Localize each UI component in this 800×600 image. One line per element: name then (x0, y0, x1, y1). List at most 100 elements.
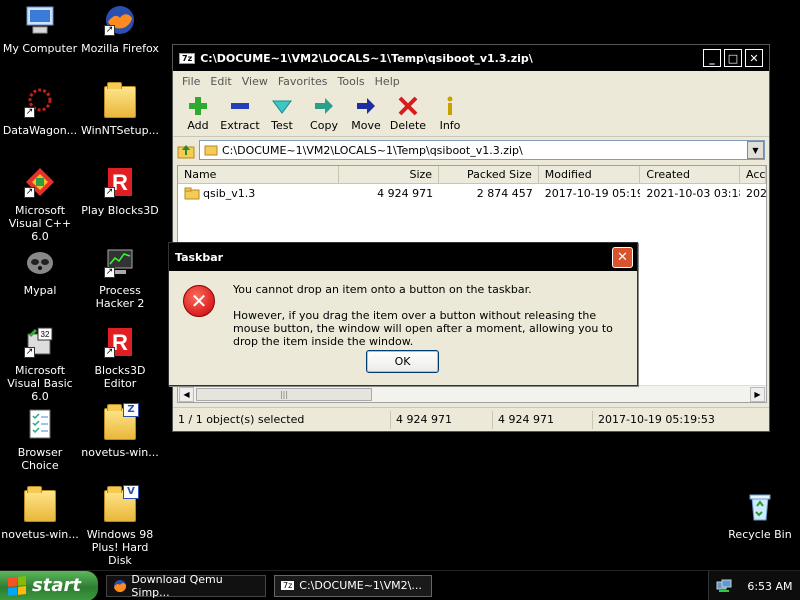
folder-icon (104, 82, 136, 118)
copy-button[interactable]: Copy (303, 95, 345, 132)
dialog-titlebar[interactable]: Taskbar ✕ (169, 243, 637, 271)
maximize-button[interactable]: □ (724, 49, 742, 67)
task-firefox[interactable]: Download Qemu Simp... (106, 573, 266, 599)
menu-view[interactable]: View (237, 75, 273, 88)
desktop-icon-my-computer[interactable]: My Computer (0, 4, 80, 55)
close-button[interactable]: ✕ (745, 49, 763, 67)
file-accessed: 2021 (746, 186, 766, 200)
firefox-icon (114, 579, 127, 592)
delete-button[interactable]: Delete (387, 95, 429, 132)
desktop-icon-novetus-2[interactable]: novetus-win... (0, 486, 80, 541)
status-selected: 1 / 1 object(s) selected (173, 410, 391, 429)
scroll-thumb[interactable]: ||| (196, 388, 372, 401)
shortcut-arrow-icon: ↗ (104, 347, 115, 358)
check-icon (272, 100, 292, 114)
7zip-icon: 7z (281, 581, 295, 590)
copy-arrow-icon (315, 98, 333, 114)
ok-button[interactable]: OK (366, 350, 439, 373)
desktop-icon-play-blocks3d[interactable]: R ↗ Play Blocks3D (80, 166, 160, 217)
desktop-icon-datawagon[interactable]: ↗ DataWagon... (0, 86, 80, 137)
desktop-icon-visual-cpp[interactable]: ↗ Microsoft Visual C++ 6.0 (0, 166, 80, 243)
windows-flag-icon (8, 575, 26, 596)
desktop-icon-firefox[interactable]: ↗ Mozilla Firefox (80, 4, 160, 55)
shortcut-arrow-icon: ↗ (104, 267, 115, 278)
desktop-icon-blocks3d-editor[interactable]: R ↗ Blocks3D Editor (80, 326, 160, 390)
menu-file[interactable]: File (177, 75, 205, 88)
address-input[interactable]: C:\DOCUME~1\VM2\LOCALS~1\Temp\qsiboot_v1… (199, 140, 765, 160)
file-modified: 2017-10-19 05:19 (544, 186, 641, 200)
minimize-button[interactable]: _ (703, 49, 721, 67)
error-icon: ✕ (183, 285, 215, 317)
column-modified[interactable]: Modified (539, 166, 641, 183)
checklist-icon (24, 408, 56, 440)
archive-folder-icon: V (104, 485, 139, 522)
blocks3d-icon: R ↗ (104, 166, 136, 198)
test-button[interactable]: Test (261, 95, 303, 132)
process-hacker-icon: ↗ (104, 246, 136, 278)
desktop-icon-novetus-1[interactable]: Z novetus-win... (80, 403, 160, 459)
column-created[interactable]: Created (640, 166, 741, 183)
delete-x-icon (398, 96, 418, 116)
desktop-icon-recycle-bin[interactable]: Recycle Bin (720, 490, 800, 541)
status-size: 4 924 971 (391, 410, 493, 429)
scroll-left-icon[interactable]: ◀ (179, 387, 194, 402)
window-titlebar[interactable]: 7z C:\DOCUME~1\VM2\LOCALS~1\Temp\qsiboot… (173, 45, 769, 71)
status-date: 2017-10-19 05:19:53 (598, 412, 715, 426)
network-icon[interactable] (716, 579, 732, 593)
menu-tools[interactable]: Tools (333, 75, 370, 88)
file-packed-size: 2 874 457 (476, 186, 533, 200)
desktop-icon-browser-choice[interactable]: Browser Choice (0, 408, 80, 472)
move-button[interactable]: Move (345, 95, 387, 132)
add-button[interactable]: Add (177, 95, 219, 132)
app-icon: 7z (179, 52, 196, 64)
desktop-icon-process-hacker[interactable]: ↗ Process Hacker 2 (80, 246, 160, 310)
menu-favorites[interactable]: Favorites (273, 75, 333, 88)
column-name[interactable]: Name (178, 166, 340, 183)
menu-edit[interactable]: Edit (205, 75, 236, 88)
desktop-icon-winntsetup[interactable]: WinNTSetup... (80, 82, 160, 137)
taskbar-dialog: Taskbar ✕ ✕ You cannot drop an item onto… (168, 242, 638, 386)
move-arrow-icon (357, 98, 375, 114)
folder-icon (184, 187, 200, 199)
column-packed-size[interactable]: Packed Size (439, 166, 539, 183)
extract-button[interactable]: Extract (219, 95, 261, 132)
column-accessed[interactable]: Acc (740, 166, 766, 183)
chevron-down-icon[interactable]: ▼ (747, 141, 764, 159)
desktop-icon-mypal[interactable]: Mypal (0, 246, 80, 297)
shortcut-arrow-icon: ↗ (24, 107, 35, 118)
datawagon-icon: ↗ (24, 86, 56, 118)
mypal-icon (24, 246, 56, 278)
computer-icon (24, 4, 56, 36)
archive-icon (204, 145, 218, 156)
blocks3d-editor-icon: R ↗ (104, 326, 136, 358)
shortcut-arrow-icon: ↗ (24, 187, 35, 198)
column-size[interactable]: Size (339, 166, 440, 183)
toolbar: Add Extract Test Copy Move Delete Info (173, 91, 769, 137)
scroll-right-icon[interactable]: ▶ (750, 387, 765, 402)
dialog-close-button[interactable]: ✕ (612, 246, 633, 268)
dialog-message-secondary: However, if you drag the item over a but… (233, 309, 613, 348)
shortcut-arrow-icon: ↗ (104, 187, 115, 198)
start-button[interactable]: start (0, 570, 98, 600)
folder-icon (24, 486, 56, 522)
zipped-folder-icon: Z (104, 403, 139, 440)
menu-bar: File Edit View Favorites Tools Help (173, 71, 769, 91)
table-row[interactable]: qsib_v1.3 4 924 971 2 874 457 2017-10-19… (178, 184, 766, 202)
info-button[interactable]: Info (429, 95, 471, 132)
taskbar: start Download Qemu Simp... 7z C:\DOCUME… (0, 570, 800, 600)
up-folder-icon[interactable] (177, 141, 195, 159)
desktop-icon-visual-basic[interactable]: 32 ↗ Microsoft Visual Basic 6.0 (0, 326, 80, 403)
task-7zip[interactable]: 7z C:\DOCUME~1\VM2\... (274, 574, 432, 597)
shortcut-arrow-icon: ↗ (24, 347, 35, 358)
desktop-icon-windows98-plus[interactable]: V Windows 98 Plus! Hard Disk (80, 485, 160, 567)
info-icon (447, 96, 453, 115)
shortcut-arrow-icon: ↗ (104, 25, 115, 36)
status-bar: 1 / 1 object(s) selected 4 924 971 4 924… (173, 407, 769, 431)
dialog-title: Taskbar (175, 250, 224, 264)
menu-help[interactable]: Help (370, 75, 405, 88)
minus-icon (231, 103, 249, 109)
firefox-icon: ↗ (104, 4, 136, 36)
horizontal-scrollbar[interactable]: ◀ ||| ▶ (178, 385, 766, 402)
plus-icon (189, 97, 207, 115)
clock[interactable]: 6:53 AM (747, 580, 792, 593)
